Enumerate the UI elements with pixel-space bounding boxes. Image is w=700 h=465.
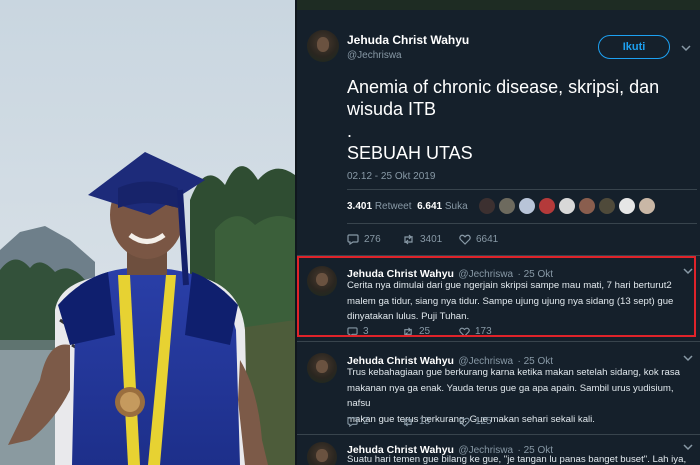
retweet-icon <box>404 417 412 426</box>
twitter-thread-panel: Jehuda Christ Wahyu @Jechriswa Ikuti Ane… <box>297 0 700 465</box>
chevron-down-icon[interactable] <box>683 354 693 362</box>
divider <box>297 341 700 342</box>
reply-count: 2 <box>363 416 369 427</box>
avatar[interactable] <box>307 442 337 465</box>
like-count: 6641 <box>476 234 499 245</box>
graduation-photo <box>0 0 295 465</box>
reply-text-line: Trus kebahagiaan gue berkurang karna ket… <box>347 367 680 378</box>
avatar[interactable] <box>307 30 339 62</box>
chevron-down-icon[interactable] <box>683 443 693 451</box>
follow-button[interactable]: Ikuti <box>598 35 670 59</box>
reply-text-line: Suatu hari temen gue bilang ke gue, "je … <box>347 454 687 465</box>
tweet-timestamp[interactable]: 02.12 - 25 Okt 2019 <box>347 171 435 182</box>
retweet-button[interactable]: 18 <box>402 416 430 427</box>
top-strip <box>297 0 700 10</box>
reply-count: 276 <box>364 234 381 245</box>
retweet-button[interactable]: 3401 <box>402 234 442 245</box>
liker-avatar[interactable] <box>519 198 535 214</box>
liker-avatar[interactable] <box>539 198 555 214</box>
reply-text-line: makanan nya ga enak. Yauda terus gue ga … <box>347 382 674 410</box>
retweet-icon <box>404 234 413 245</box>
tweet-stats: 3.401 Retweet 6.641 Suka <box>347 201 468 212</box>
liker-avatar[interactable] <box>559 198 575 214</box>
likes-count[interactable]: 6.641 <box>417 201 442 212</box>
divider <box>297 434 700 435</box>
highlight-box <box>297 256 696 337</box>
like-button[interactable]: 6641 <box>459 234 498 245</box>
likes-label[interactable]: Suka <box>445 201 468 212</box>
avatar[interactable] <box>307 353 337 383</box>
heart-icon <box>459 234 471 245</box>
liker-avatar[interactable] <box>639 198 655 214</box>
retweet-count: 3401 <box>420 234 443 245</box>
tweet-text-line-2: wisuda ITB <box>347 99 437 119</box>
liker-avatar[interactable] <box>499 198 515 214</box>
liker-avatar[interactable] <box>579 198 595 214</box>
reply-button[interactable]: 276 <box>347 234 381 245</box>
tweet-text-dot: . <box>347 121 353 141</box>
like-count: 125 <box>475 416 492 427</box>
liker-avatar[interactable] <box>619 198 635 214</box>
liker-avatar[interactable] <box>479 198 495 214</box>
heart-icon <box>459 417 470 427</box>
reply-button[interactable]: 2 <box>347 416 369 427</box>
reply-text: Suatu hari temen gue bilang ke gue, "je … <box>347 452 692 465</box>
reply-icon <box>347 234 359 245</box>
retweets-count[interactable]: 3.401 <box>347 201 372 212</box>
divider <box>347 189 697 190</box>
tweet-text-line-3: SEBUAH UTAS <box>347 143 473 163</box>
like-button[interactable]: 125 <box>459 416 492 427</box>
chevron-down-icon[interactable] <box>681 44 691 52</box>
tweet-text-line-1: Anemia of chronic disease, skripsi, dan <box>347 77 660 97</box>
reply-text: Trus kebahagiaan gue berkurang karna ket… <box>347 365 692 427</box>
retweet-count: 18 <box>419 416 431 427</box>
reply-text-line: makan gue terus berkurang. Gue makan seh… <box>347 413 595 425</box>
retweets-label[interactable]: Retweet <box>375 201 412 212</box>
divider <box>347 223 697 224</box>
liker-avatar[interactable] <box>599 198 615 214</box>
author-name[interactable]: Jehuda Christ Wahyu <box>347 33 469 47</box>
author-handle[interactable]: @Jechriswa <box>347 50 469 61</box>
reply-icon <box>347 416 358 427</box>
